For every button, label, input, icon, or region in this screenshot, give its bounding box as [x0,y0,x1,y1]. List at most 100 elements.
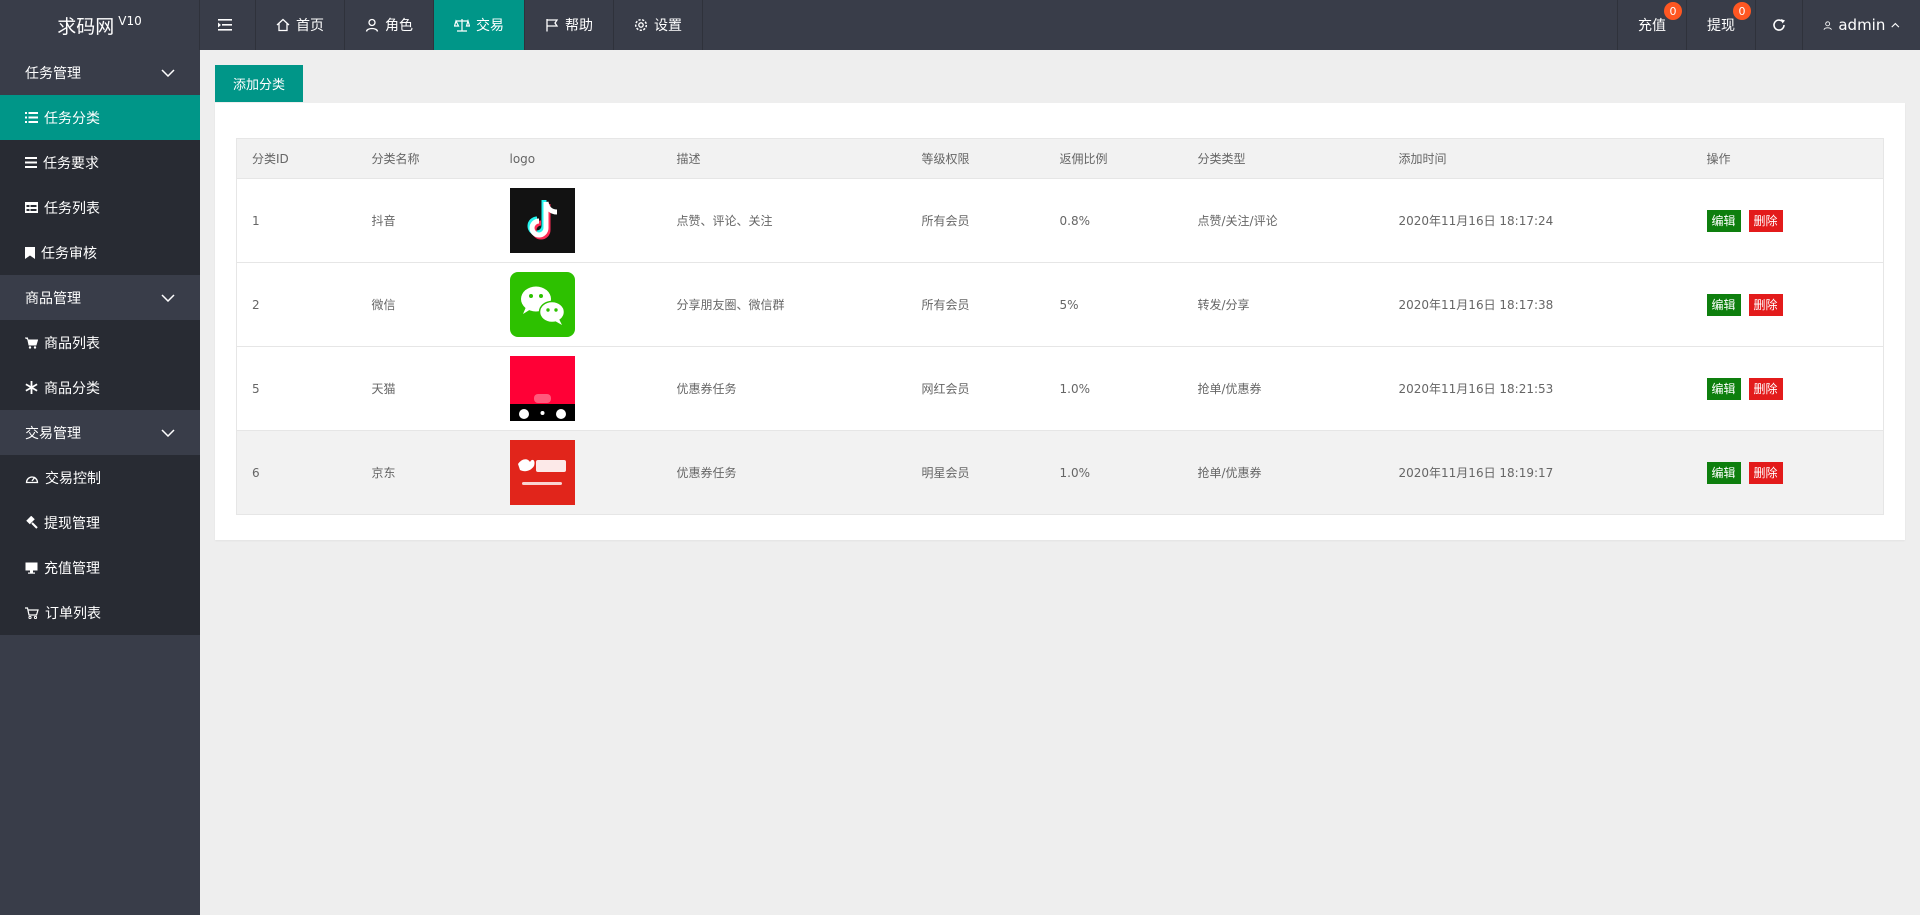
edit-button[interactable]: 编辑 [1706,377,1741,400]
sidebar-item-label: 充值管理 [44,560,100,577]
sidebar-group-title: 交易管理 [25,425,81,442]
th-id: 分类ID [236,138,357,179]
refresh-icon [1773,19,1785,31]
recharge-badge: 0 [1664,2,1682,20]
th-action: 操作 [1691,138,1884,179]
sidebar-group-task[interactable]: 任务管理 [0,50,200,95]
user-icon [1823,20,1832,30]
th-level: 等级权限 [906,138,1045,179]
cell-type: 抢单/优惠券 [1197,382,1262,396]
table-icon [25,202,38,213]
cell-time: 2020年11月16日 18:17:38 [1398,298,1554,312]
edit-button[interactable]: 编辑 [1706,293,1741,316]
monitor-icon [25,562,38,574]
cell-desc: 分享朋友圈、微信群 [676,298,785,312]
cell-desc: 点赞、评论、关注 [676,214,773,228]
cell-time: 2020年11月16日 18:21:53 [1398,382,1554,396]
delete-button[interactable]: 删除 [1748,209,1783,232]
delete-button[interactable]: 删除 [1748,461,1783,484]
nav-help-label: 帮助 [565,18,593,34]
cell-level: 所有会员 [921,214,970,228]
cell-rate: 1.0% [1059,381,1091,396]
add-category-button[interactable]: 添加分类 [215,65,304,102]
th-rate: 返佣比例 [1044,138,1183,179]
nav-help[interactable]: 帮助 [525,0,614,50]
sidebar-item-recharge-manage[interactable]: 充值管理 [0,545,200,590]
sidebar-item-label: 订单列表 [45,605,101,622]
nav-settings[interactable]: 设置 [614,0,703,50]
th-name: 分类名称 [356,138,495,179]
sidebar-group-goods[interactable]: 商品管理 [0,275,200,320]
sidebar-item-goods-list[interactable]: 商品列表 [0,320,200,365]
snowflake-icon [25,381,38,394]
sidebar-item-task-requirement[interactable]: 任务要求 [0,140,200,185]
sidebar-item-label: 提现管理 [44,515,100,532]
cell-time: 2020年11月16日 18:19:17 [1398,466,1554,480]
sidebar-group-title: 任务管理 [25,65,81,82]
category-panel: 分类ID 分类名称 logo 描述 等级权限 返佣比例 分类类型 添加时间 操作… [215,103,1905,540]
sidebar-item-trade-control[interactable]: 交易控制 [0,455,200,500]
cell-level: 网红会员 [921,382,970,396]
sidebar-item-label: 任务分类 [44,110,100,127]
cart-icon [25,337,38,349]
chevron-down-icon [161,293,175,302]
edit-button[interactable]: 编辑 [1706,209,1741,232]
nav-trade[interactable]: 交易 [434,0,525,50]
wechat-logo [509,272,575,337]
cell-time: 2020年11月16日 18:17:24 [1398,214,1554,228]
th-type: 分类类型 [1182,138,1384,179]
sidebar-item-task-category[interactable]: 任务分类 [0,95,200,140]
table-row: 1 抖音 点赞、评论、关注 所有会员 0.8% 点赞/关注/评论 2020年11… [236,178,1884,263]
th-time: 添加时间 [1383,138,1692,179]
table-row: 6 京东 优惠券任务 明星会员 1.0% 抢单/优惠券 2020年11月16日 … [236,430,1884,515]
sidebar-group-trade[interactable]: 交易管理 [0,410,200,455]
table-row: 5 天猫 优惠券任务 网红会员 1.0% 抢单/优惠券 2020年11月16日 … [236,346,1884,431]
sidebar: 任务管理 任务分类 任务要求 任务列表 任务审核 商品管理 商品列表 商品分类 … [0,50,200,915]
sidebar-item-label: 商品列表 [44,335,100,352]
sidebar-item-withdraw-manage[interactable]: 提现管理 [0,500,200,545]
table-row: 2 微信 分享朋友圈、微信群 所有会员 5% 转发/分享 2020年11月16日… [236,262,1884,347]
dashboard-icon [25,475,39,483]
recharge-button[interactable]: 充值 0 [1617,0,1686,50]
chevron-down-icon [161,428,175,437]
cart-outline-icon [25,606,39,619]
delete-button[interactable]: 删除 [1748,293,1783,316]
edit-button[interactable]: 编辑 [1706,461,1741,484]
menu-toggle-button[interactable] [200,0,256,50]
cell-id: 1 [236,178,357,263]
nav-settings-label: 设置 [654,18,682,34]
bars-icon [25,157,37,168]
sidebar-item-task-list[interactable]: 任务列表 [0,185,200,230]
nav-role[interactable]: 角色 [345,0,434,50]
top-bar: 求码网 V10 首页 角色 交易 帮助 设置 充值 0 提现 0 admin [0,0,1920,50]
sidebar-item-goods-category[interactable]: 商品分类 [0,365,200,410]
gear-icon [634,18,648,32]
cell-type: 转发/分享 [1197,298,1250,312]
category-table: 分类ID 分类名称 logo 描述 等级权限 返佣比例 分类类型 添加时间 操作… [236,138,1884,515]
th-desc: 描述 [661,138,907,179]
nav-role-label: 角色 [385,18,413,34]
nav-home-label: 首页 [296,18,324,34]
withdraw-badge: 0 [1733,2,1751,20]
user-menu[interactable]: admin [1802,0,1920,50]
sidebar-item-label: 任务要求 [43,155,99,172]
refresh-button[interactable] [1755,0,1802,50]
chevron-up-icon [1891,22,1900,28]
sidebar-item-task-review[interactable]: 任务审核 [0,230,200,275]
cell-type: 点赞/关注/评论 [1197,214,1278,228]
withdraw-button[interactable]: 提现 0 [1686,0,1755,50]
nav-home[interactable]: 首页 [256,0,345,50]
menu-toggle-icon [217,19,232,31]
cell-id: 5 [236,346,357,431]
withdraw-label: 提现 [1707,18,1735,34]
cell-name: 京东 [371,466,396,480]
nav-trade-label: 交易 [476,18,504,34]
cell-rate: 1.0% [1059,465,1091,480]
cell-name: 天猫 [371,382,396,396]
app-version: V10 [118,14,142,28]
cell-desc: 优惠券任务 [676,466,737,480]
delete-button[interactable]: 删除 [1748,377,1783,400]
sidebar-item-order-list[interactable]: 订单列表 [0,590,200,635]
cell-rate: 0.8% [1059,213,1091,228]
app-logo[interactable]: 求码网 V10 [0,0,200,50]
